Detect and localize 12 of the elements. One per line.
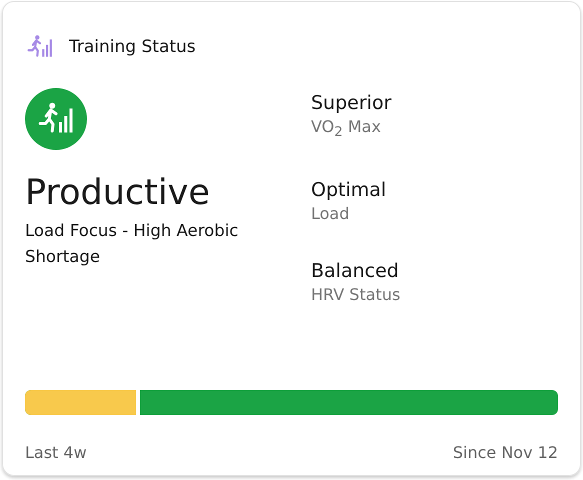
status-label: Productive <box>25 172 211 214</box>
runner-bars-icon <box>27 34 53 60</box>
metric-value: Superior <box>311 91 392 116</box>
metric-value: Optimal <box>311 178 388 204</box>
card-title: Training Status <box>69 37 196 57</box>
metric-value: Balanced <box>311 259 400 284</box>
metric-label: VO$_{2}$ Max <box>311 116 382 142</box>
metric-label: Load <box>311 203 350 226</box>
status-description: Load Focus - High Aerobic Shortage <box>25 220 240 268</box>
range-start-label: Last 4w <box>25 443 87 462</box>
metric-label: HRV Status <box>311 284 400 306</box>
range-end-label: Since Nov 12 <box>452 443 558 462</box>
